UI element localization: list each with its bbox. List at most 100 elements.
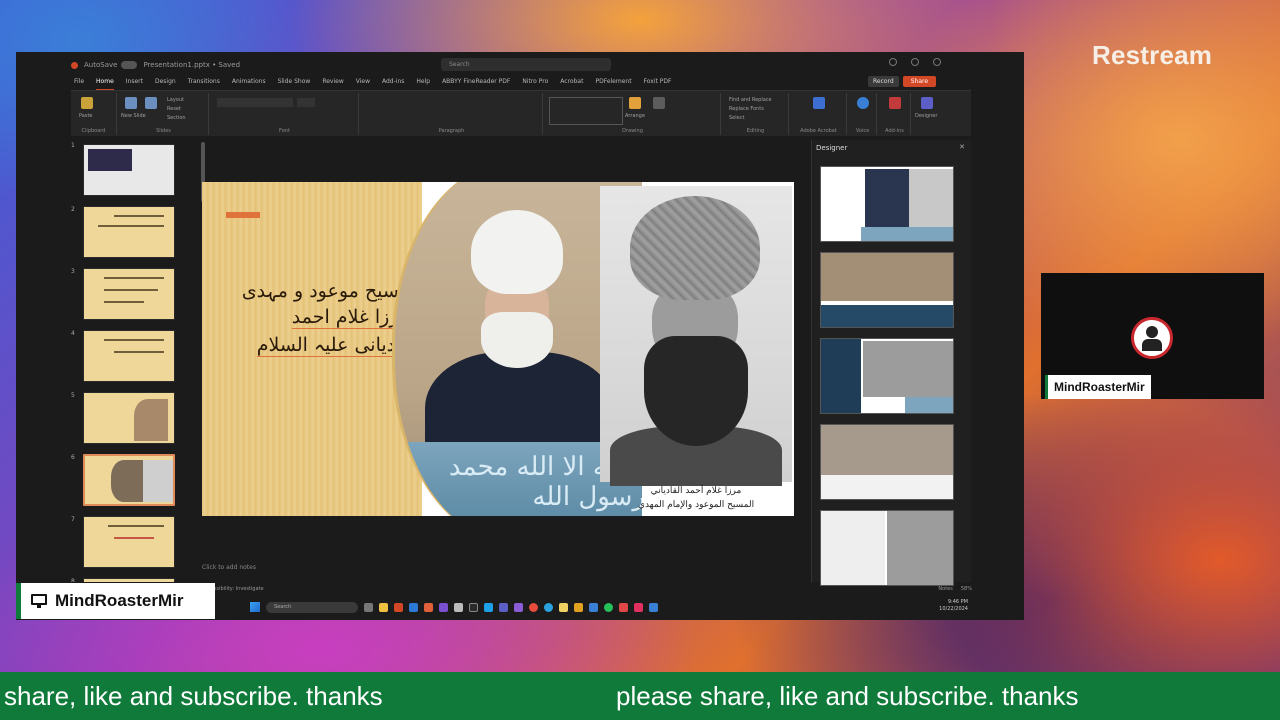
menu-review[interactable]: Review [322,78,343,90]
reuse-slides-icon[interactable] [145,97,157,109]
replace-fonts-button[interactable]: Replace Fonts [729,106,764,112]
new-slide-icon[interactable] [125,97,137,109]
app-icon[interactable] [559,602,568,612]
section-button[interactable]: Section [167,115,186,121]
card-image [887,511,953,585]
card-image [861,227,953,241]
menu-foxit[interactable]: Foxit PDF [644,78,672,90]
maximize-icon[interactable] [911,58,919,66]
menu-design[interactable]: Design [155,78,176,90]
notes-toggle[interactable]: Notes [938,586,952,596]
maps-icon[interactable] [469,602,478,612]
app-icon[interactable] [589,602,598,612]
system-clock[interactable]: 9:46 PM 10/22/2024 [939,599,968,613]
close-icon[interactable] [933,58,941,66]
menu-home[interactable]: Home [96,78,114,90]
search-input[interactable]: Search [441,58,611,71]
thumb-slide-4[interactable] [83,330,175,382]
menu-file[interactable]: File [74,78,84,90]
menu-abbyy[interactable]: ABBYY FineReader PDF [442,78,510,90]
thumb-slide-2[interactable] [83,206,175,258]
find-replace-button[interactable]: Find and Replace [729,97,772,103]
quick-styles-icon[interactable] [653,97,665,109]
autosave-label: AutoSave [84,61,118,69]
window-controls [889,58,941,66]
windows-start-icon[interactable] [250,602,260,612]
app-icon[interactable] [454,602,463,612]
menu-view[interactable]: View [356,78,370,90]
zoom-level[interactable]: 58% [961,586,972,596]
file-explorer-icon[interactable] [379,602,388,612]
app-icon[interactable] [574,602,583,612]
app-icon[interactable] [484,602,493,612]
monitor-stand [37,605,41,608]
task-view-icon[interactable] [364,602,373,612]
thumb-slide-8[interactable] [83,578,175,582]
guest-name-tag: MindRoasterMir [1045,375,1151,399]
taskbar-search[interactable]: Search [266,601,358,613]
group-label: Add-ins [885,128,904,134]
current-slide[interactable]: مسیح موعود و مہدی مرزا غلام احمد قادیانی… [202,182,794,516]
menu-pdfelement[interactable]: PDFelement [595,78,631,90]
design-option-1[interactable] [820,166,954,242]
arrange-icon[interactable] [629,97,641,109]
select-button[interactable]: Select [729,115,744,121]
menu-nitro[interactable]: Nitro Pro [522,78,548,90]
group-adobe: Adobe Acrobat [791,93,847,135]
chrome-icon[interactable] [529,602,538,612]
design-option-4[interactable] [820,424,954,500]
vscode-icon[interactable] [409,602,418,612]
autosave-toggle[interactable] [121,61,138,69]
whatsapp-icon[interactable] [604,602,613,612]
paste-icon[interactable] [81,97,93,109]
designer-icon[interactable] [921,97,933,109]
minimize-icon[interactable] [889,58,897,66]
notes-pane[interactable]: Click to add notes [202,564,256,571]
teams-icon[interactable] [499,602,508,612]
thumb-line [114,215,164,217]
layout-button[interactable]: Layout [167,97,184,103]
thumb-slide-6[interactable] [83,454,175,506]
slide-title-line-3: قادیانی علیہ السلام [256,334,410,357]
adobe-pdf-icon[interactable] [813,97,825,109]
app-icon[interactable] [619,602,628,612]
menu-insert[interactable]: Insert [126,78,143,90]
thumb-slide-5[interactable] [83,392,175,444]
group-editing: Find and Replace Replace Fonts Select Ed… [723,93,789,135]
reset-button[interactable]: Reset [167,106,181,112]
monitor-icon [31,594,47,608]
speaker-turban [471,210,563,294]
menu-transitions[interactable]: Transitions [188,78,220,90]
office-icon[interactable] [394,602,403,612]
font-name-field[interactable] [217,98,293,107]
thumb-slide-3[interactable] [83,268,175,320]
share-button[interactable]: Share [902,76,937,87]
add-ins-icon[interactable] [889,97,901,109]
menu-slide-show[interactable]: Slide Show [278,78,311,90]
app-icon[interactable] [424,602,433,612]
thumb-slide-1[interactable] [83,144,175,196]
group-label: Drawing [622,128,643,134]
telegram-icon[interactable] [544,602,553,612]
visual-studio-icon[interactable] [439,602,448,612]
thumb-line [104,301,144,303]
shapes-gallery[interactable] [549,97,623,125]
designer-label: Designer [915,113,938,119]
design-option-2[interactable] [820,252,954,328]
dictate-icon[interactable] [857,97,869,109]
clock-time: 9:46 PM [947,599,968,605]
design-option-5[interactable] [820,510,954,586]
thumb-slide-7[interactable] [83,516,175,568]
design-option-3[interactable] [820,338,954,414]
menu-animations[interactable]: Animations [232,78,266,90]
app-icon[interactable] [514,602,523,612]
menu-acrobat[interactable]: Acrobat [560,78,583,90]
powerpoint-icon [71,61,78,69]
record-button[interactable]: Record [868,76,899,87]
font-size-field[interactable] [297,98,315,107]
menu-add-ins[interactable]: Add-ins [382,78,404,90]
menu-help[interactable]: Help [416,78,430,90]
app-icon[interactable] [649,602,658,612]
close-icon[interactable]: ✕ [959,143,965,151]
app-icon[interactable] [634,602,643,612]
